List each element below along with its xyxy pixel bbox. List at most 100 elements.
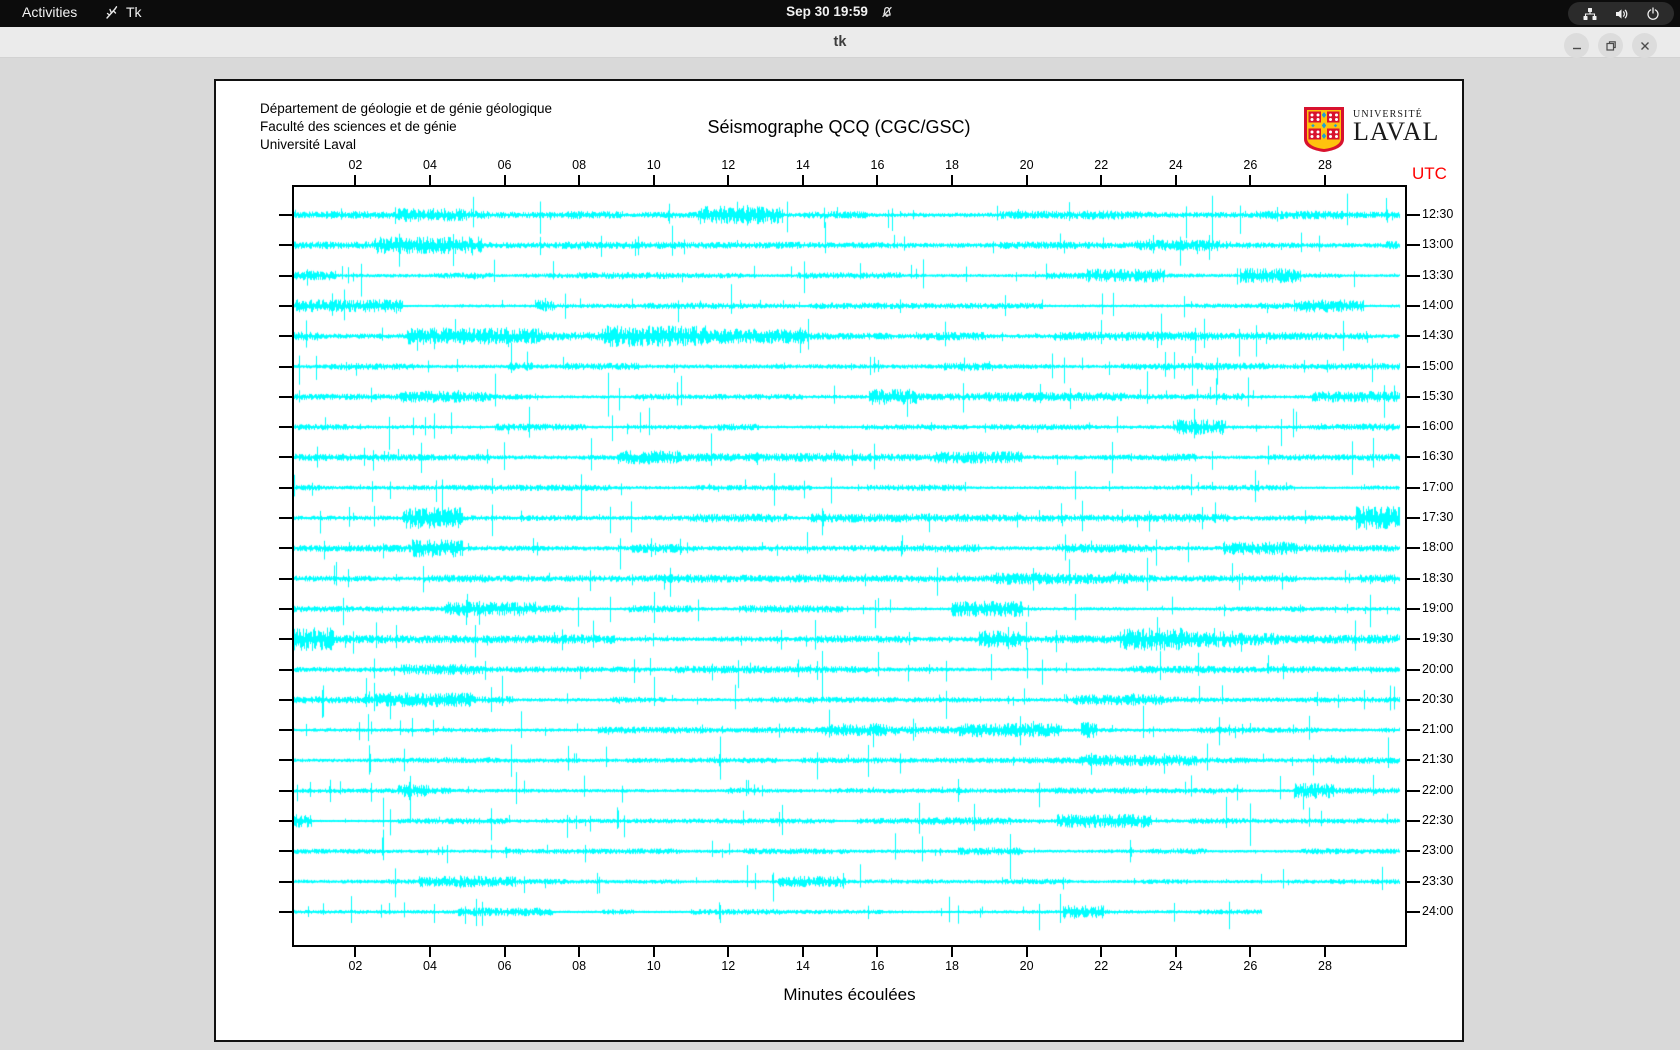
x-tick-bottom (951, 947, 954, 957)
x-tick-top (652, 175, 655, 185)
x-tick-label-bottom: 24 (1168, 959, 1183, 973)
clock-group[interactable]: Sep 30 19:59 (0, 4, 1680, 19)
y-tick-right (1407, 335, 1420, 338)
utc-time-label: 13:30 (1422, 267, 1454, 282)
x-tick-label-bottom: 28 (1318, 959, 1332, 973)
y-tick-right (1407, 759, 1420, 762)
x-tick-label-bottom: 18 (945, 959, 959, 973)
seismograph-canvas: Département de géologie et de génie géol… (214, 79, 1464, 1042)
x-tick-label-bottom: 06 (497, 959, 512, 973)
x-tick-label-bottom: 08 (572, 959, 587, 973)
y-tick-left (279, 698, 292, 701)
x-tick-bottom (1100, 947, 1103, 957)
x-tick-bottom (652, 947, 655, 957)
laval-crest-icon (1302, 105, 1346, 158)
utc-time-label: 14:00 (1422, 297, 1454, 312)
utc-time-label: 21:00 (1422, 722, 1454, 737)
utc-time-label: 14:30 (1422, 328, 1454, 343)
y-tick-right (1407, 274, 1420, 277)
utc-time-label: 23:00 (1422, 843, 1454, 858)
y-tick-right (1407, 304, 1420, 307)
y-tick-right (1407, 486, 1420, 489)
y-tick-left (279, 910, 292, 913)
utc-time-label: 20:00 (1422, 661, 1454, 676)
clock-label: Sep 30 19:59 (786, 4, 868, 19)
y-tick-right (1407, 729, 1420, 732)
x-tick-bottom (801, 947, 804, 957)
system-status-area[interactable] (1568, 2, 1674, 25)
laval-wordmark: UNIVERSITÉ LAVAL (1353, 105, 1439, 145)
x-tick-top (1025, 175, 1028, 185)
x-tick-label-bottom: 12 (721, 959, 736, 973)
utc-time-label: 19:00 (1422, 600, 1454, 615)
x-tick-label-bottom: 16 (870, 959, 885, 973)
y-tick-left (279, 517, 292, 519)
x-tick-label-top: 12 (721, 158, 736, 172)
y-tick-right (1407, 910, 1420, 913)
y-tick-right (1407, 789, 1420, 792)
x-tick-label-top: 16 (870, 158, 885, 172)
header-line-1: Département de géologie et de génie géol… (260, 101, 552, 116)
utc-time-label: 17:30 (1422, 510, 1454, 524)
notifications-muted-icon (880, 5, 894, 19)
y-tick-left (279, 880, 292, 883)
x-tick-label-top: 02 (348, 158, 363, 172)
window-title: tk (833, 34, 847, 50)
close-button[interactable] (1632, 33, 1657, 58)
y-tick-left (279, 789, 292, 792)
y-tick-left (279, 668, 292, 671)
x-tick-bottom (1249, 947, 1252, 957)
gnome-top-bar: Activities Tk Sep 30 19:59 (0, 0, 1680, 27)
x-tick-top (1100, 175, 1103, 185)
utc-time-label: 22:00 (1422, 782, 1454, 797)
utc-time-label: 13:00 (1422, 237, 1454, 252)
x-tick-bottom (578, 947, 581, 957)
x-tick-label-top: 08 (572, 158, 587, 172)
y-tick-left (279, 577, 292, 580)
x-tick-top (951, 175, 954, 185)
power-icon (1646, 6, 1660, 21)
header-line-3: Université Laval (260, 137, 357, 152)
x-tick-label-top: 20 (1019, 158, 1034, 172)
x-tick-bottom (876, 947, 879, 957)
utc-time-label: 20:30 (1422, 691, 1454, 706)
x-tick-bottom (428, 947, 431, 957)
y-tick-left (279, 426, 292, 429)
x-tick-label-bottom: 26 (1243, 959, 1258, 973)
x-tick-label-bottom: 04 (423, 959, 437, 973)
maximize-button[interactable] (1598, 33, 1623, 58)
helicorder-traces (294, 187, 1405, 945)
x-tick-label-top: 18 (945, 158, 959, 172)
y-tick-left (279, 365, 292, 368)
x-tick-label-top: 06 (497, 158, 512, 172)
y-tick-left (279, 547, 292, 550)
y-tick-right (1407, 365, 1420, 368)
y-tick-right (1407, 668, 1420, 671)
y-tick-right (1407, 880, 1420, 883)
window-title-bar[interactable]: tk (0, 27, 1680, 58)
x-axis-title: Minutes écoulées (783, 985, 916, 1004)
utc-time-label: 16:30 (1422, 449, 1454, 464)
helicorder-plot-frame (292, 185, 1407, 947)
minimize-button[interactable] (1564, 33, 1589, 58)
y-tick-left (279, 395, 292, 398)
utc-time-label: 21:30 (1422, 752, 1454, 767)
x-tick-label-bottom: 14 (795, 959, 810, 973)
y-tick-right (1407, 547, 1420, 550)
x-tick-top (727, 175, 730, 185)
utc-time-label: 19:30 (1422, 631, 1454, 646)
utc-time-label: 24:00 (1422, 903, 1454, 918)
x-tick-label-top: 26 (1243, 158, 1258, 172)
x-tick-top (1249, 175, 1252, 185)
x-tick-top (354, 175, 357, 185)
y-tick-left (279, 638, 292, 641)
y-tick-right (1407, 607, 1420, 610)
utc-time-label: 12:30 (1422, 207, 1454, 221)
x-tick-label-bottom: 22 (1094, 959, 1109, 973)
x-tick-top (503, 175, 506, 185)
x-tick-label-top: 28 (1318, 158, 1332, 172)
x-tick-top (1174, 175, 1177, 185)
x-tick-label-bottom: 02 (348, 959, 363, 973)
x-tick-bottom (727, 947, 730, 957)
utc-time-label: 18:00 (1422, 540, 1454, 555)
